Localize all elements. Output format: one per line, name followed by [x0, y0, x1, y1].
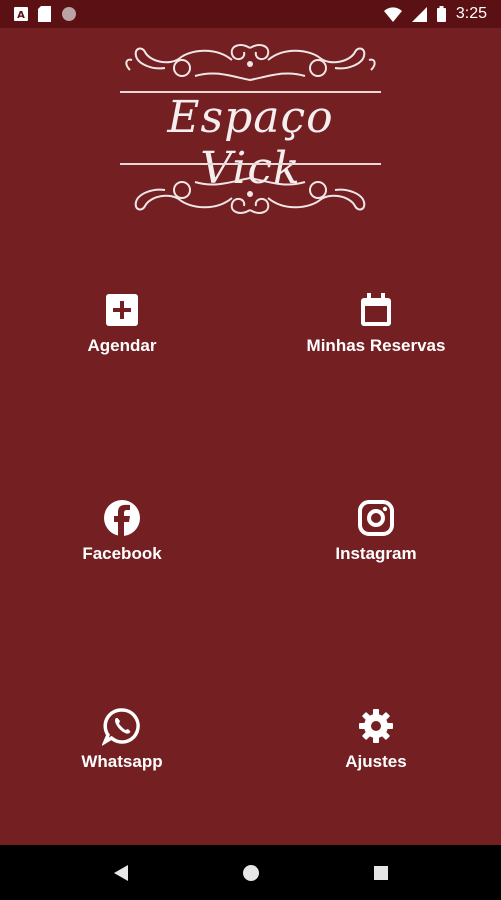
battery-icon	[436, 6, 446, 22]
signal-icon	[411, 6, 427, 22]
home-button[interactable]	[241, 863, 261, 883]
recents-icon	[373, 865, 388, 880]
back-button[interactable]	[111, 863, 131, 883]
sim-card-icon	[38, 6, 51, 22]
ajustes-label: Ajustes	[345, 752, 407, 771]
minhas-reservas-button[interactable]: Minhas Reservas	[266, 290, 486, 380]
status-left-icons: A	[14, 6, 77, 22]
whatsapp-button[interactable]: Whatsapp	[12, 706, 232, 796]
ornament-top-icon	[125, 44, 376, 82]
status-time: 3:25	[455, 5, 487, 22]
minhas-reservas-label: Minhas Reservas	[306, 336, 446, 355]
navigation-bar	[0, 845, 501, 900]
app-a-icon: A	[14, 7, 28, 21]
logo-line-bottom	[120, 163, 381, 165]
instagram-icon	[358, 500, 394, 536]
status-right-icons: 3:25	[383, 5, 487, 23]
espaco-vick-logo: Espaço Vick	[120, 40, 381, 220]
whatsapp-label: Whatsapp	[81, 752, 163, 771]
wifi-icon	[383, 6, 402, 22]
status-bar: A 3:25	[0, 0, 501, 28]
ornament-bottom-icon	[134, 176, 366, 214]
ajustes-button[interactable]: Ajustes	[266, 706, 486, 796]
whatsapp-icon	[102, 708, 140, 746]
add-box-icon	[106, 294, 138, 326]
circle-icon	[62, 7, 76, 21]
instagram-button[interactable]: Instagram	[266, 498, 486, 588]
svg-text:A: A	[17, 10, 25, 21]
calendar-icon	[361, 293, 391, 326]
home-icon	[242, 864, 259, 881]
instagram-label: Instagram	[335, 544, 417, 563]
facebook-label: Facebook	[82, 544, 162, 563]
recents-button[interactable]	[371, 863, 391, 883]
facebook-button[interactable]: Facebook	[12, 498, 232, 588]
agendar-label: Agendar	[87, 336, 157, 355]
agendar-button[interactable]: Agendar	[12, 290, 232, 380]
back-icon	[113, 864, 128, 881]
facebook-icon	[104, 500, 140, 536]
gear-icon	[359, 709, 393, 743]
